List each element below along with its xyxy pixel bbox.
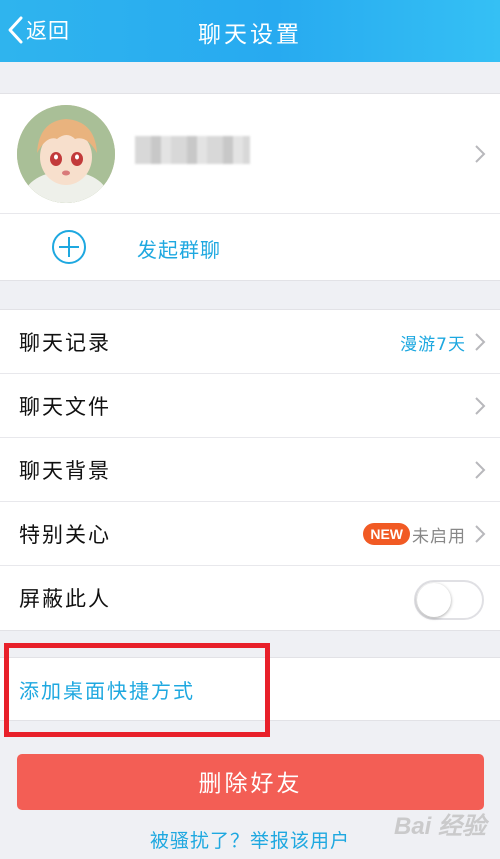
avatar [17, 105, 115, 203]
toggle-knob [417, 583, 451, 617]
highlight-annotation-box [4, 643, 270, 737]
block-user-toggle[interactable] [414, 580, 484, 620]
chat-history-value: 漫游7天 [400, 335, 466, 355]
page-title: 聊天设置 [198, 22, 302, 48]
special-care-value: 未启用 [412, 527, 466, 547]
special-care-row[interactable]: 特别关心 NEW 未启用 [0, 502, 500, 566]
chevron-right-icon [474, 332, 486, 352]
special-care-label: 特别关心 [19, 523, 111, 547]
block-user-label: 屏蔽此人 [19, 587, 111, 611]
profile-name [135, 136, 250, 164]
chat-files-label: 聊天文件 [19, 395, 111, 419]
block-user-row: 屏蔽此人 [0, 566, 500, 632]
new-badge: NEW [363, 523, 410, 545]
chat-history-label: 聊天记录 [19, 331, 111, 355]
profile-card: 发起群聊 [0, 93, 500, 281]
chat-files-row[interactable]: 聊天文件 [0, 374, 500, 438]
chevron-right-icon [474, 460, 486, 480]
start-group-chat-label: 发起群聊 [137, 238, 221, 262]
settings-card: 聊天记录 漫游7天 聊天文件 聊天背景 特别关心 NEW 未启用 屏蔽此人 [0, 309, 500, 631]
delete-friend-button[interactable]: 删除好友 [17, 754, 484, 810]
chevron-right-icon [474, 144, 486, 164]
watermark-logo: Bai 经验 [393, 813, 486, 840]
start-group-chat-row[interactable]: 发起群聊 [0, 214, 500, 280]
plus-circle-icon [51, 229, 87, 265]
chat-background-label: 聊天背景 [19, 459, 111, 483]
chevron-right-icon [474, 524, 486, 544]
top-bar: 返回 聊天设置 [0, 0, 500, 62]
profile-row[interactable] [0, 94, 500, 214]
chat-history-row[interactable]: 聊天记录 漫游7天 [0, 310, 500, 374]
chat-background-row[interactable]: 聊天背景 [0, 438, 500, 502]
chevron-right-icon [474, 396, 486, 416]
